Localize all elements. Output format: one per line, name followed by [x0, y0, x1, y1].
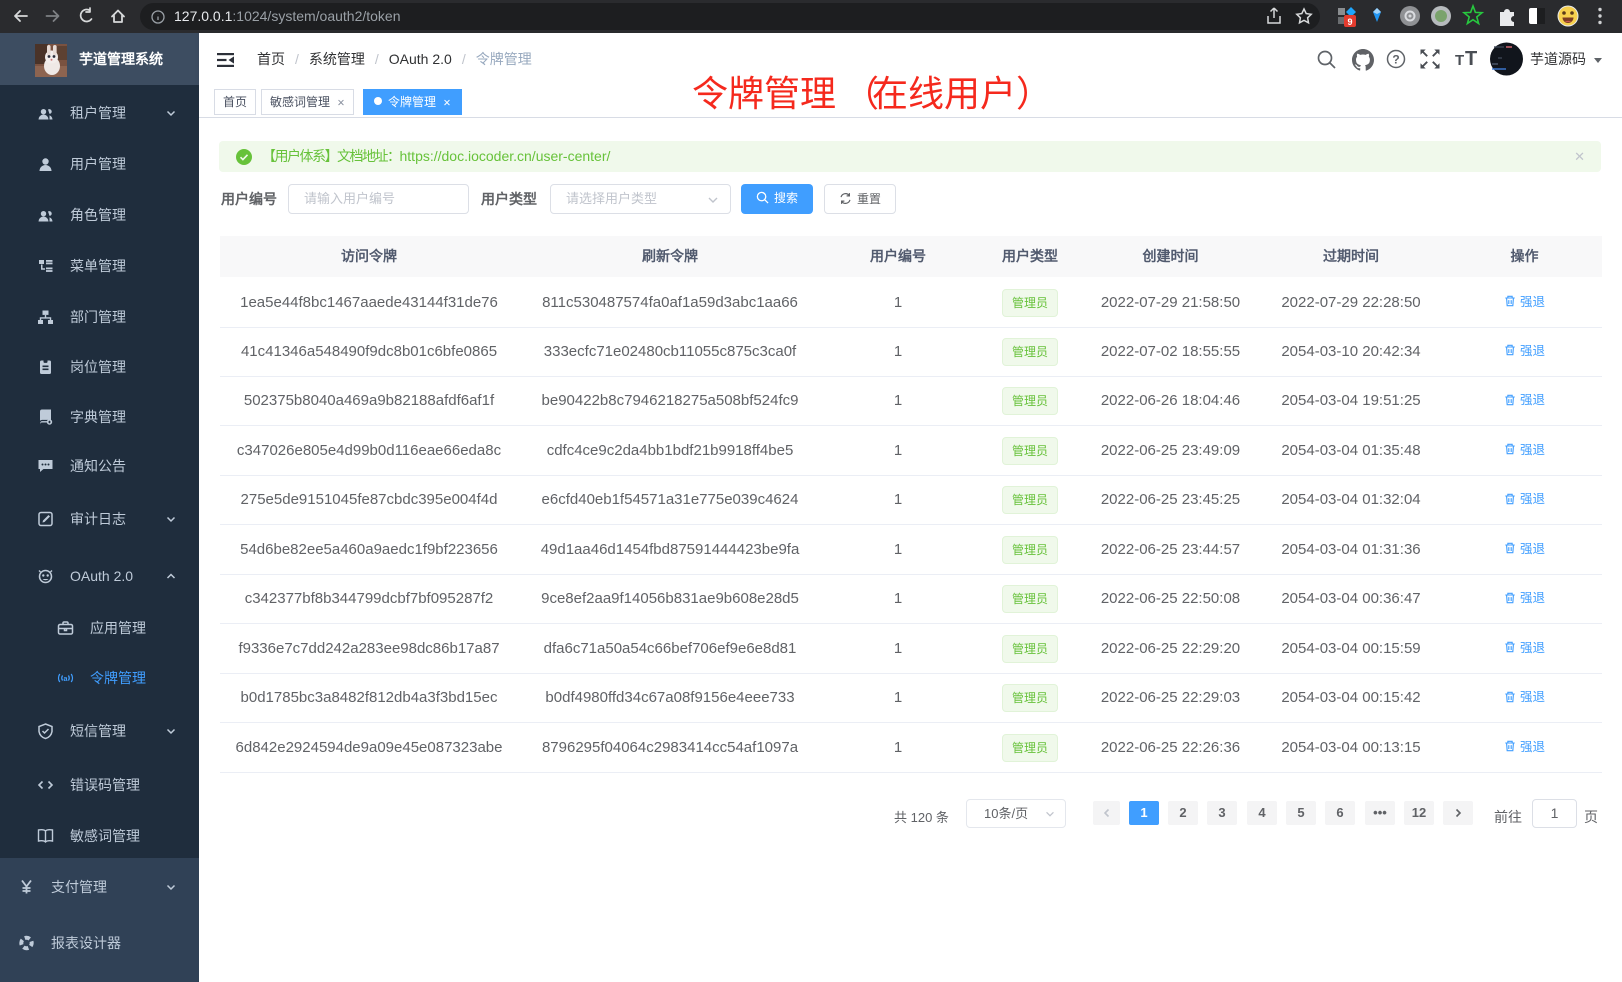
- svg-text:T: T: [1465, 48, 1477, 70]
- svg-text:a: a: [63, 674, 68, 683]
- svg-text:?: ?: [1392, 53, 1399, 67]
- svg-text:9: 9: [1347, 17, 1352, 27]
- svg-text:T: T: [1455, 52, 1464, 69]
